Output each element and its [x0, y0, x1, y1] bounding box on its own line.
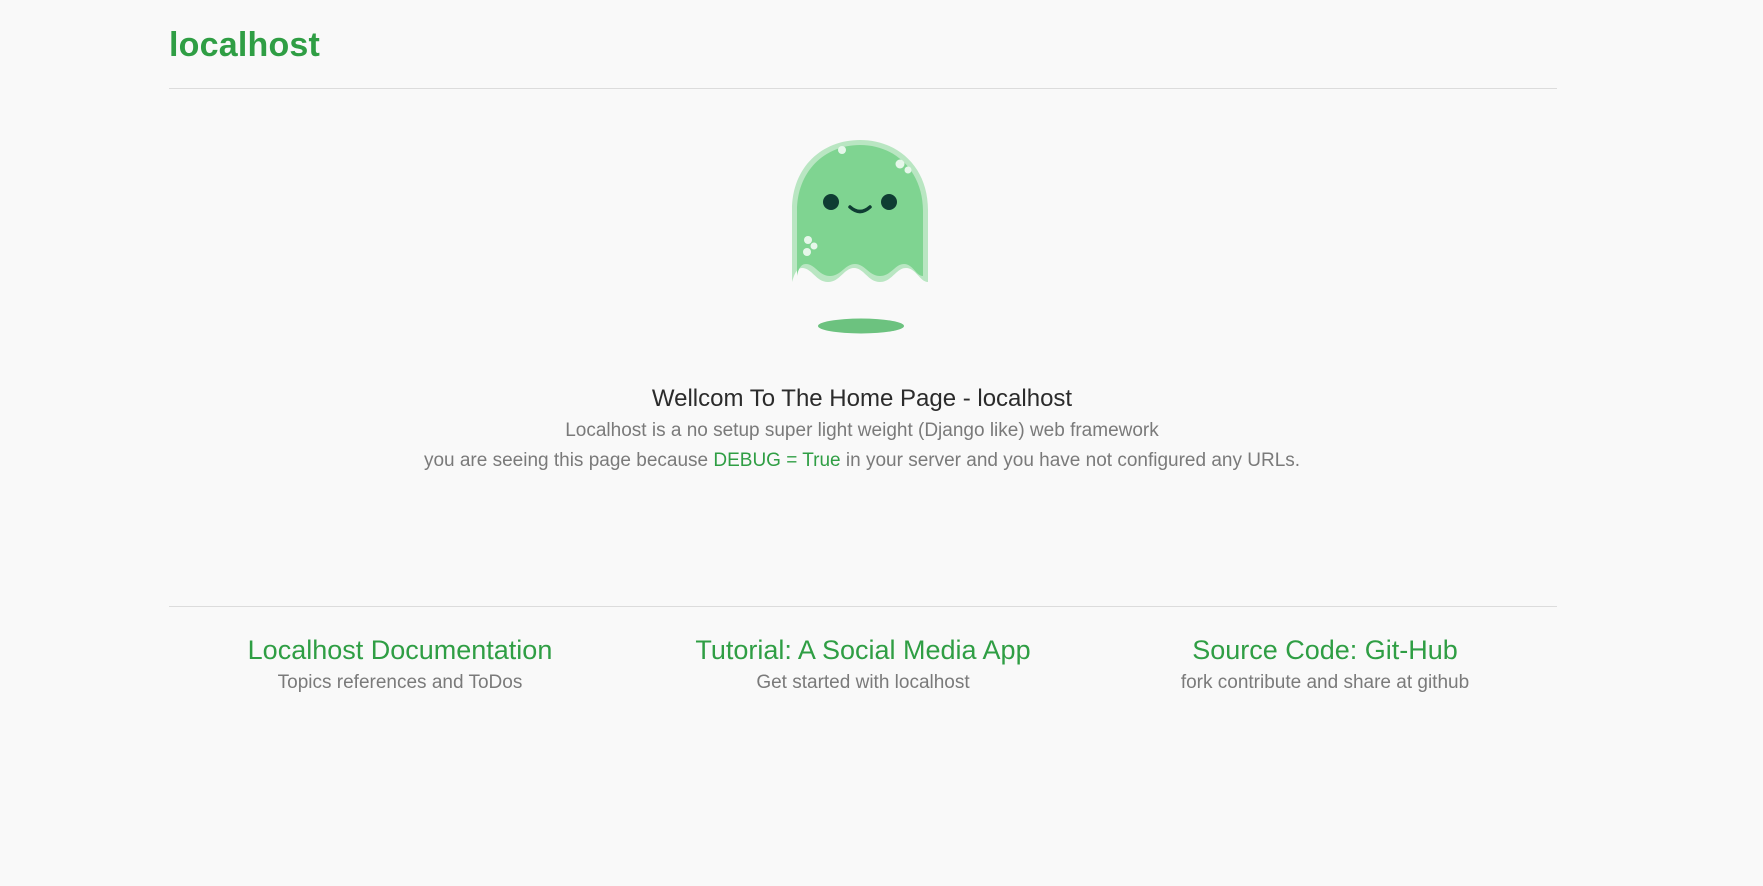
debug-notice: you are seeing this page because DEBUG =… — [0, 446, 1724, 476]
debug-notice-prefix: you are seeing this page because — [423, 450, 714, 471]
docs-card: Localhost Documentation Topics reference… — [170, 632, 630, 696]
ghost-icon — [792, 140, 928, 334]
source-subtitle: fork contribute and share at github — [1180, 672, 1470, 693]
tutorial-subtitle: Get started with localhost — [756, 672, 970, 693]
debug-flag: DEBUG = True — [713, 450, 841, 471]
source-link[interactable]: Source Code: Git-Hub — [1095, 632, 1555, 668]
site-title[interactable]: localhost — [169, 26, 320, 65]
hero-section: Wellcom To The Home Page - localhost Loc… — [0, 382, 1724, 476]
hero-description: Localhost is a no setup super light weig… — [565, 420, 1159, 441]
tutorial-card: Tutorial: A Social Media App Get started… — [633, 632, 1093, 696]
ghost-mascot — [784, 132, 938, 338]
source-card: Source Code: Git-Hub fork contribute and… — [1095, 632, 1555, 696]
docs-subtitle: Topics references and ToDos — [277, 672, 523, 693]
footer-divider — [169, 606, 1557, 607]
docs-link[interactable]: Localhost Documentation — [170, 632, 630, 668]
page: localhost Wellcom To The Home Page - loc… — [0, 0, 1763, 886]
site-header: localhost — [169, 24, 1557, 89]
debug-notice-suffix: in your server and you have not configur… — [840, 450, 1301, 471]
tutorial-link[interactable]: Tutorial: A Social Media App — [633, 632, 1093, 668]
hero-title: Wellcom To The Home Page - localhost — [651, 385, 1073, 412]
